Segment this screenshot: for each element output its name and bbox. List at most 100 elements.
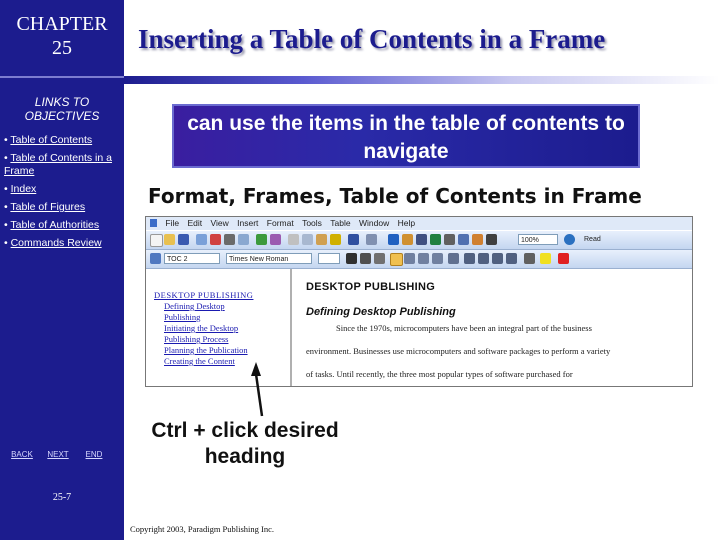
menu-tools[interactable]: Tools xyxy=(302,217,322,230)
increase-indent-icon[interactable] xyxy=(506,253,517,264)
nav-buttons: BACK NEXT END xyxy=(6,448,118,462)
page-number: 25-7 xyxy=(52,492,72,503)
slide-title: Inserting a Table of Contents in a Frame xyxy=(138,24,606,54)
redo-icon[interactable] xyxy=(366,234,377,245)
read-button[interactable]: Read xyxy=(582,234,612,245)
chapter-heading: CHAPTER 25 xyxy=(0,0,124,74)
toc-link[interactable]: Planning the Publication xyxy=(164,345,248,355)
justify-icon[interactable] xyxy=(432,253,443,264)
underline-icon[interactable] xyxy=(374,253,385,264)
align-left-icon[interactable] xyxy=(390,253,403,266)
objective-label: Commands Review xyxy=(10,237,102,249)
document-map-icon[interactable] xyxy=(472,234,483,245)
drawing-icon[interactable] xyxy=(458,234,469,245)
end-button[interactable]: END xyxy=(78,448,110,462)
formatting-toolbar: TOC 2 Times New Roman xyxy=(146,250,692,269)
doc-icon xyxy=(150,219,157,227)
align-right-icon[interactable] xyxy=(418,253,429,264)
objective-link-table-of-authorities[interactable]: • Table of Authorities xyxy=(4,219,122,232)
menu-insert[interactable]: Insert xyxy=(237,217,258,230)
menu-view[interactable]: View xyxy=(210,217,228,230)
callout-box: can use the items in the table of conten… xyxy=(172,104,640,168)
document-line: of tasks. Until recently, the three most… xyxy=(306,369,573,379)
toc-link[interactable]: Publishing xyxy=(164,312,200,322)
toc-frame: DESKTOP PUBLISHING Defining Desktop Publ… xyxy=(146,269,292,386)
chapter-number: 25 xyxy=(52,37,72,59)
undo-icon[interactable] xyxy=(348,234,359,245)
objective-label: Table of Contents in a Frame xyxy=(4,152,112,177)
standard-toolbar: 100% Read xyxy=(146,231,692,250)
toc-link[interactable]: Defining Desktop xyxy=(164,301,225,311)
print-icon[interactable] xyxy=(224,234,235,245)
objective-link-table-of-contents[interactable]: • Table of Contents xyxy=(4,134,122,147)
menu-file[interactable]: File xyxy=(165,217,179,230)
word-screenshot: File Edit View Insert Format Tools Table… xyxy=(145,216,693,387)
italic-icon[interactable] xyxy=(360,253,371,264)
research-icon[interactable] xyxy=(270,234,281,245)
columns-icon[interactable] xyxy=(444,234,455,245)
copyright: Copyright 2003, Paradigm Publishing Inc. xyxy=(130,524,275,534)
menu-format[interactable]: Format xyxy=(267,217,294,230)
style-select[interactable]: TOC 2 xyxy=(164,253,220,264)
document-heading: DESKTOP PUBLISHING xyxy=(306,281,436,293)
bold-icon[interactable] xyxy=(346,253,357,264)
zoom-select[interactable]: 100% xyxy=(518,234,558,245)
title-underline-bar xyxy=(124,76,720,84)
objective-link-commands-review[interactable]: • Commands Review xyxy=(4,237,122,250)
objective-link-index[interactable]: • Index xyxy=(4,183,122,196)
format-painter-icon[interactable] xyxy=(330,234,341,245)
cut-icon[interactable] xyxy=(288,234,299,245)
document-line: Since the 1970s, microcomputers have bee… xyxy=(336,323,592,333)
next-button[interactable]: NEXT xyxy=(42,448,74,462)
tables-borders-icon[interactable] xyxy=(402,234,413,245)
copy-icon[interactable] xyxy=(302,234,313,245)
bullets-icon[interactable] xyxy=(478,253,489,264)
chapter-divider xyxy=(0,76,124,78)
email-icon[interactable] xyxy=(210,234,221,245)
insert-table-icon[interactable] xyxy=(416,234,427,245)
toc-link[interactable]: Publishing Process xyxy=(164,334,228,344)
menu-path: Format, Frames, Table of Contents in Fra… xyxy=(148,184,642,208)
document-subheading: Defining Desktop Publishing xyxy=(306,306,456,318)
borders-icon[interactable] xyxy=(524,253,535,264)
spelling-icon[interactable] xyxy=(256,234,267,245)
back-button[interactable]: BACK xyxy=(6,448,38,462)
toc-link[interactable]: Initiating the Desktop xyxy=(164,323,238,333)
insert-excel-icon[interactable] xyxy=(430,234,441,245)
print-preview-icon[interactable] xyxy=(238,234,249,245)
menu-edit[interactable]: Edit xyxy=(187,217,202,230)
numbering-icon[interactable] xyxy=(464,253,475,264)
font-select[interactable]: Times New Roman xyxy=(226,253,312,264)
objective-label: Table of Contents xyxy=(10,134,93,146)
line-spacing-icon[interactable] xyxy=(448,253,459,264)
permission-icon[interactable] xyxy=(196,234,207,245)
save-icon[interactable] xyxy=(178,234,189,245)
show-hide-icon[interactable] xyxy=(486,234,497,245)
toc-heading-link[interactable]: DESKTOP PUBLISHING xyxy=(154,290,253,300)
new-icon[interactable] xyxy=(150,234,163,247)
objective-link-toc-in-frame[interactable]: • Table of Contents in a Frame xyxy=(4,152,122,178)
hyperlink-icon[interactable] xyxy=(388,234,399,245)
styles-pane-icon[interactable] xyxy=(150,253,161,264)
objective-label: Table of Authorities xyxy=(10,219,100,231)
open-icon[interactable] xyxy=(164,234,175,245)
objective-label: Index xyxy=(10,183,37,195)
toc-link[interactable]: Creating the Content xyxy=(164,356,235,366)
highlight-icon[interactable] xyxy=(540,253,551,264)
align-center-icon[interactable] xyxy=(404,253,415,264)
menu-help[interactable]: Help xyxy=(398,217,415,230)
font-color-icon[interactable] xyxy=(558,253,569,264)
decrease-indent-icon[interactable] xyxy=(492,253,503,264)
chapter-label: CHAPTER xyxy=(16,13,108,35)
help-icon[interactable] xyxy=(564,234,575,245)
menu-table[interactable]: Table xyxy=(330,217,350,230)
objectives-list: • Table of Contents • Table of Contents … xyxy=(4,134,122,255)
links-title: LINKS TO OBJECTIVES xyxy=(24,95,100,123)
word-menubar: File Edit View Insert Format Tools Table… xyxy=(146,217,692,230)
objective-link-table-of-figures[interactable]: • Table of Figures xyxy=(4,201,122,214)
font-size-select[interactable] xyxy=(318,253,340,264)
paste-icon[interactable] xyxy=(316,234,327,245)
objective-label: Table of Figures xyxy=(10,201,86,213)
menu-window[interactable]: Window xyxy=(359,217,389,230)
sidebar: CHAPTER 25 LINKS TO OBJECTIVES • Table o… xyxy=(0,0,124,540)
